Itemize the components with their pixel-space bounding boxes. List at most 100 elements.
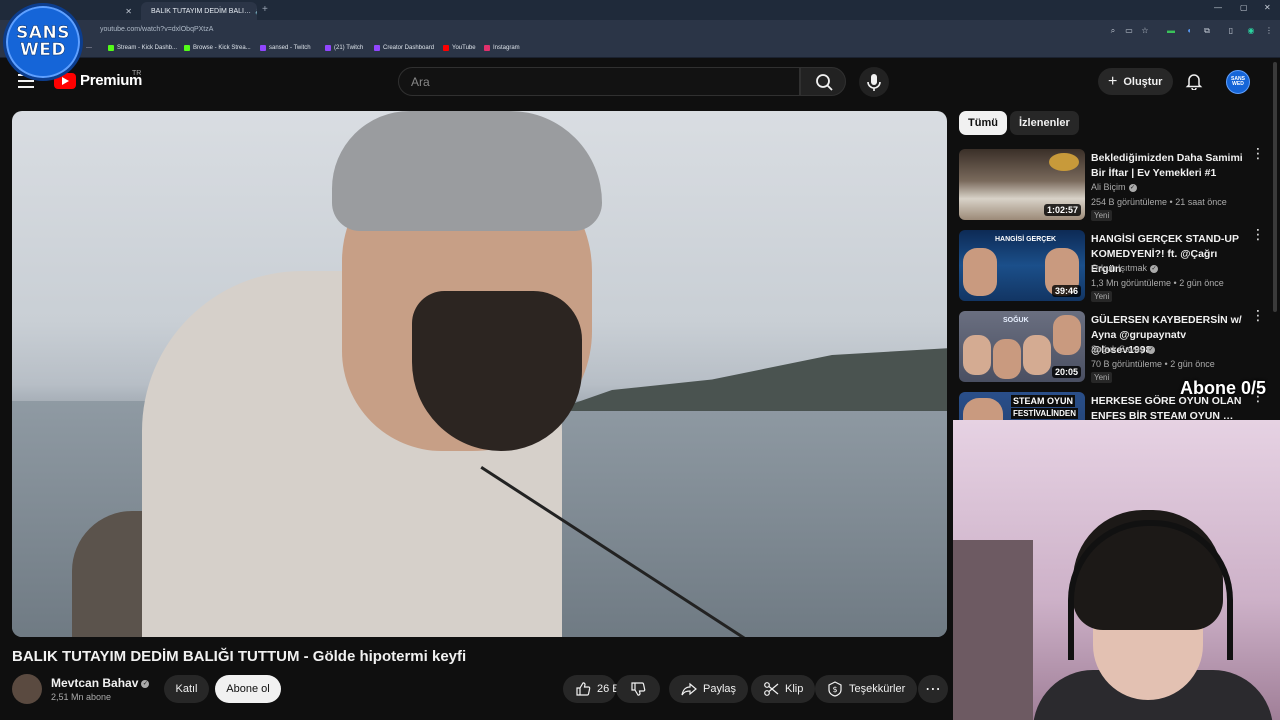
recommended-video[interactable]: 1:02:57 Beklediğimizden Daha Samimi Bir … [959, 146, 1265, 221]
search-icon [816, 74, 833, 91]
new-badge: Yeni [1091, 372, 1113, 383]
join-button[interactable]: Katıl [164, 675, 209, 703]
channel-name[interactable]: Mevtcan Bahav ✓ [51, 676, 150, 690]
recommended-channel[interactable]: Soğuk Savaş ✓ [1091, 344, 1156, 354]
extension-icon[interactable]: ▬ [1166, 26, 1176, 36]
bookmark-kick-dashboard[interactable]: Stream - Kick Dashb... [108, 45, 177, 51]
bookmark-creator-dashboard[interactable]: Creator Dashboard [374, 45, 434, 51]
recommended-meta: 70 B görüntüleme • 2 gün önce [1091, 359, 1215, 369]
recommended-channel[interactable]: Orkun Işıtmak ✓ [1091, 263, 1159, 273]
cast-icon[interactable]: ▭ [1124, 26, 1134, 36]
channel-text: Orkun Işıtmak [1091, 263, 1148, 273]
clip-button[interactable]: Klip [751, 675, 816, 703]
subscriber-goal-text: Abone 0/5 [1180, 378, 1267, 398]
channel-text: Soğuk Savaş [1091, 344, 1145, 354]
video-title: BALIK TUTAYIM DEDİM BALIĞI TUTTUM - Göld… [12, 648, 467, 665]
chip-all[interactable]: Tümü [959, 111, 1007, 135]
more-options-icon[interactable]: ⋮ [1251, 308, 1265, 322]
recommended-video[interactable]: HANGİSİ GERÇEK 39:46 HANGİSİ GERÇEK STAN… [959, 227, 1265, 302]
more-actions-icon[interactable]: ⋯ [918, 675, 948, 703]
recommended-title[interactable]: Beklediğimizden Daha Samimi Bir İftar | … [1091, 151, 1246, 181]
clip-label: Klip [785, 683, 804, 695]
verified-icon: ✓ [1128, 183, 1137, 192]
create-label: Oluştur [1123, 75, 1163, 88]
super-thanks-icon: $ [828, 681, 842, 697]
chip-watched[interactable]: İzlenenler [1010, 111, 1079, 135]
scissors-icon [764, 682, 779, 696]
close-window-icon[interactable]: ✕ [1264, 3, 1271, 12]
thumbs-down-icon [631, 682, 646, 696]
zoom-icon[interactable]: ⌕ [1108, 26, 1118, 36]
close-tab-icon[interactable]: ✕ [125, 7, 132, 16]
youtube-logo[interactable]: Premium [54, 72, 142, 89]
twitch-icon [325, 45, 331, 51]
kick-icon [108, 45, 114, 51]
page-scrollbar[interactable] [1273, 62, 1277, 312]
extension-icon[interactable]: ◖ [1184, 26, 1194, 36]
browser-menu-icon[interactable]: ⋮ [1264, 26, 1274, 36]
search-input[interactable]: Ara [398, 67, 800, 96]
more-options-icon[interactable]: ⋮ [1251, 146, 1265, 160]
new-badge: Yeni [1091, 210, 1113, 221]
webcam-overlay [953, 420, 1280, 720]
search-button[interactable] [800, 67, 846, 96]
like-button[interactable]: 26 B [563, 675, 620, 703]
bookmark-label: Browse - Kick Strea... [193, 45, 251, 51]
share-button[interactable]: Paylaş [669, 675, 749, 703]
logo-text: WED [20, 40, 66, 60]
video-thumbnail[interactable]: 1:02:57 [959, 149, 1085, 220]
channel-avatar[interactable] [12, 674, 42, 704]
twitch-icon [260, 45, 266, 51]
notifications-bell-icon[interactable] [1185, 72, 1203, 91]
subscribe-button[interactable]: Abone ol [215, 675, 281, 703]
bookmark-label: sansed - Twitch [269, 45, 311, 51]
browser-tab-active[interactable]: BALIK TUTAYIM DEDİM BALI… 🔊 ✕ [141, 2, 257, 20]
video-duration: 20:05 [1051, 366, 1081, 378]
create-button[interactable]: + Oluştur [1098, 68, 1173, 95]
svg-text:$: $ [832, 685, 837, 694]
more-options-icon[interactable]: ⋮ [1251, 227, 1265, 241]
audio-playing-icon[interactable]: 🔊 [255, 7, 257, 15]
profile-icon[interactable]: ◉ [1246, 26, 1256, 36]
bookmark-star-icon[interactable]: ☆ [1140, 26, 1150, 36]
url-text[interactable]: youtube.com/watch?v=dxlObqPXtzA [100, 26, 213, 33]
country-code: TR [132, 70, 142, 77]
bookmark-label: (21) Twitch [334, 45, 364, 51]
extensions-puzzle-icon[interactable]: ⧉ [1202, 26, 1212, 36]
minimize-icon[interactable]: — [1214, 3, 1222, 12]
channel-logo-badge [1049, 153, 1079, 171]
tab-title: BALIK TUTAYIM DEDİM BALI… [151, 7, 251, 15]
thumbnail-text: SOĞUK [1003, 317, 1029, 324]
bookmark-label: Stream - Kick Dashb... [117, 45, 178, 51]
thumbnail-face [963, 335, 991, 375]
video-thumbnail[interactable]: SOĞUK 20:05 [959, 311, 1085, 382]
thumbs-up-icon [576, 682, 591, 696]
bookmark-instagram[interactable]: Instagram [484, 45, 520, 51]
new-badge: Yeni [1091, 291, 1113, 302]
video-frame-hair [332, 111, 602, 231]
thanks-button[interactable]: $ Teşekkürler [815, 675, 918, 703]
recommended-video[interactable]: SOĞUK 20:05 GÜLERSEN KAYBEDERSİN w/ Ayna… [959, 308, 1265, 383]
voice-search-button[interactable] [859, 67, 889, 97]
verified-icon: ✓ [1147, 345, 1156, 354]
share-label: Paylaş [703, 683, 737, 695]
recommended-channel[interactable]: Ali Biçim ✓ [1091, 182, 1137, 192]
new-tab-icon[interactable]: + [262, 4, 268, 15]
user-avatar[interactable]: SANS WED [1226, 70, 1250, 94]
bookmark-label: Instagram [493, 45, 520, 51]
bookmark-folder[interactable]: — [86, 45, 92, 51]
maximize-icon[interactable]: ▢ [1240, 3, 1248, 12]
dislike-button[interactable] [616, 675, 660, 703]
bookmark-twitch-21[interactable]: (21) Twitch [325, 45, 363, 51]
video-thumbnail[interactable]: HANGİSİ GERÇEK 39:46 [959, 230, 1085, 301]
thumbnail-text: FESTİVALİNDEN [1011, 408, 1078, 419]
recommended-meta: 254 B görüntüleme • 21 saat önce [1091, 197, 1227, 207]
bookmark-label: YouTube [452, 45, 476, 51]
bookmark-kick-browse[interactable]: Browse - Kick Strea... [184, 45, 251, 51]
bookmark-youtube[interactable]: YouTube [443, 45, 476, 51]
sidebar-icon[interactable]: ▯ [1226, 26, 1236, 36]
video-player[interactable] [12, 111, 947, 637]
browser-tab-strip: ✕ BALIK TUTAYIM DEDİM BALI… 🔊 ✕ + — ▢ ✕ [0, 0, 1280, 20]
bookmark-twitch[interactable]: sansed - Twitch [260, 45, 311, 51]
share-icon [681, 682, 697, 696]
